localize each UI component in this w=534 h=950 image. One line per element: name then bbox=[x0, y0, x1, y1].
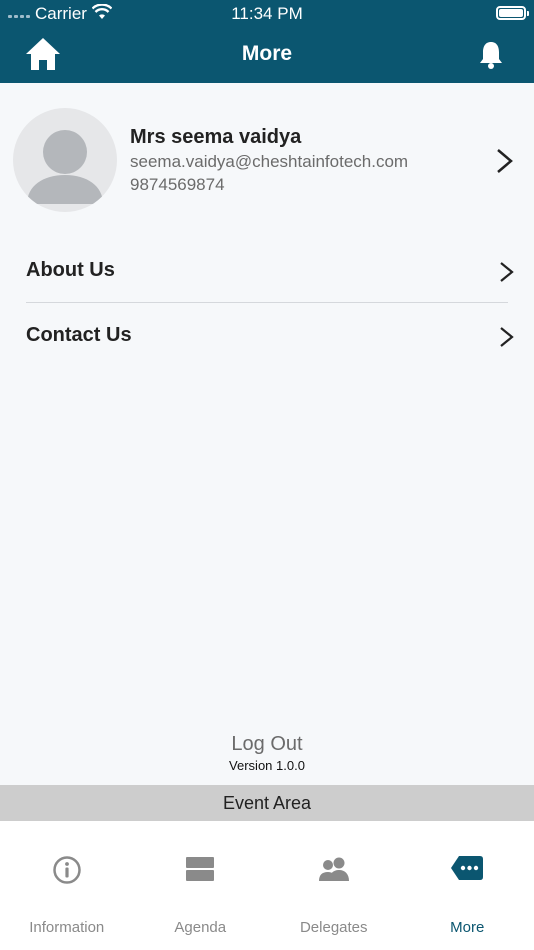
status-time: 11:34 PM bbox=[231, 4, 303, 23]
tab-label: Information bbox=[29, 919, 105, 936]
menu-item-about-us[interactable]: About Us bbox=[26, 237, 516, 302]
bell-icon[interactable] bbox=[478, 40, 504, 70]
menu-item-label: Contact Us bbox=[26, 324, 132, 346]
delegates-icon bbox=[318, 857, 349, 881]
logout-button[interactable]: Log Out bbox=[0, 733, 534, 756]
battery-icon bbox=[496, 6, 529, 20]
tab-more[interactable]: More bbox=[401, 821, 534, 950]
status-bar: Carrier 11:34 PM bbox=[0, 0, 534, 26]
event-area-bar[interactable]: Event Area bbox=[0, 785, 534, 821]
chevron-right-icon bbox=[497, 149, 513, 173]
tab-information[interactable]: Information bbox=[0, 821, 134, 950]
agenda-icon bbox=[186, 857, 215, 881]
tab-agenda[interactable]: Agenda bbox=[134, 821, 268, 950]
version-label: Version 1.0.0 bbox=[229, 758, 305, 773]
profile-email: seema.vaidya@cheshtainfotech.com bbox=[130, 152, 409, 171]
menu-item-contact-us[interactable]: Contact Us bbox=[26, 302, 516, 367]
chevron-right-icon bbox=[500, 262, 514, 282]
profile-card[interactable]: Mrs seema vaidya seema.vaidya@cheshtainf… bbox=[13, 108, 523, 213]
page-title: More bbox=[241, 42, 293, 65]
tab-label: Agenda bbox=[174, 919, 227, 936]
info-icon bbox=[53, 856, 81, 884]
menu-item-label: About Us bbox=[26, 259, 115, 281]
user-avatar-icon bbox=[27, 130, 103, 204]
avatar bbox=[13, 108, 117, 212]
tab-delegates[interactable]: Delegates bbox=[267, 821, 401, 950]
profile-name: Mrs seema vaidya bbox=[130, 126, 302, 148]
nav-bar: More bbox=[0, 26, 534, 83]
tab-label: Delegates bbox=[299, 919, 368, 936]
tab-label: More bbox=[450, 919, 485, 936]
chevron-right-icon bbox=[500, 327, 514, 347]
tab-bar: Information Agenda Delegates More bbox=[0, 821, 534, 950]
more-icon bbox=[451, 856, 484, 880]
profile-phone: 9874569874 bbox=[130, 175, 225, 194]
